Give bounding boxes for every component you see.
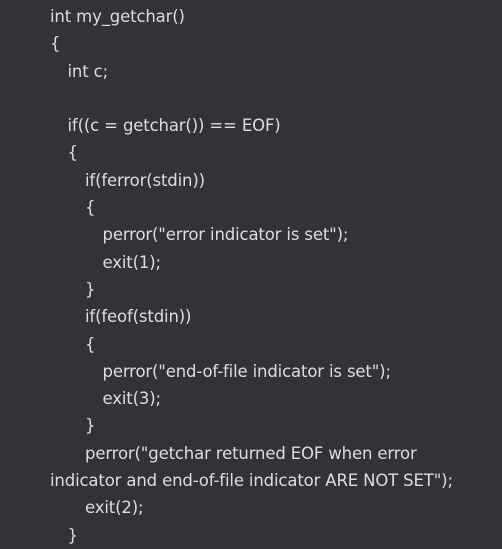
code-line: if(feof(stdin)) [85,307,192,327]
code-line: { [50,34,61,54]
code-line: perror("getchar returned EOF when error [85,443,417,463]
code-line: } [85,279,96,299]
code-line: { [85,198,96,218]
code-line: exit(1); [102,252,162,272]
code-line: indicator and end-of-file indicator ARE … [50,471,453,491]
code-line: } [67,525,79,545]
code-line: int c; [67,61,109,81]
code-line: if(ferror(stdin)) [85,170,205,190]
code-line: { [85,334,96,354]
code-block: int my_getchar() { int c; if((c = getcha… [0,0,502,549]
code-line: if((c = getchar()) == EOF) [67,116,281,136]
code-line: exit(2); [85,498,144,518]
code-line: int my_getchar() [50,7,185,26]
code-line: perror("error indicator is set"); [102,225,349,245]
code-line: exit(3); [102,389,162,409]
code-line: } [85,416,96,436]
code-line: perror("end-of-file indicator is set"); [102,361,392,381]
code-line: { [67,143,79,163]
